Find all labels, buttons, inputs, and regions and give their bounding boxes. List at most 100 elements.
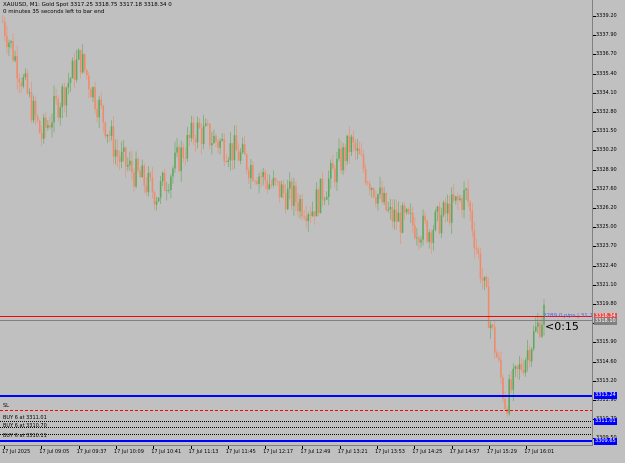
candle-body: [131, 160, 133, 173]
candle-body: [207, 123, 209, 125]
candle-body: [194, 139, 197, 143]
price-tick-label: 3330.20: [596, 147, 617, 154]
order-line-1[interactable]: [0, 421, 592, 422]
candle-body: [471, 211, 474, 231]
candle-body: [420, 239, 422, 243]
candle-body: [362, 154, 365, 169]
candle-body: [260, 176, 262, 178]
candle-body: [311, 211, 314, 216]
candle-body: [125, 147, 127, 167]
candle-body: [10, 41, 12, 43]
ask-line: [0, 316, 592, 317]
price-tick-label: 3331.50: [596, 128, 617, 135]
candle-body: [166, 190, 168, 192]
time-tick-label: 17 Jul 14:25: [412, 449, 443, 455]
bid-line: [0, 320, 592, 321]
candle-body: [401, 205, 404, 233]
candle-body: [178, 147, 180, 172]
candle-body: [149, 172, 152, 178]
candle-body: [77, 50, 80, 60]
candle-body: [405, 208, 408, 213]
candle-body: [252, 165, 254, 181]
candle-body: [211, 143, 213, 146]
order-label[interactable]: BUY 6 at 3311.01: [3, 415, 47, 421]
candle-body: [313, 211, 316, 217]
candle-body: [102, 105, 105, 123]
candle-body: [258, 176, 260, 185]
price-tick-label: 3313.20: [596, 377, 617, 384]
pips-readout: 2289.0 pips | 31.1: [543, 313, 593, 319]
blue-lower-line[interactable]: [0, 440, 592, 442]
candle-body: [364, 168, 367, 183]
order-price-badge: 3309.65: [594, 438, 617, 445]
order-label[interactable]: BUY 6 at 3310.11: [3, 433, 47, 439]
candle-body: [88, 75, 90, 89]
candle-body: [245, 154, 248, 171]
candle-body: [71, 60, 74, 79]
candle-body: [278, 181, 281, 198]
candle-body: [397, 212, 400, 222]
candle-body: [190, 122, 193, 139]
candle-body: [106, 134, 109, 137]
candle-body: [446, 203, 449, 214]
candle-body: [344, 147, 346, 162]
time-tick-label: 17 Jul 11:45: [225, 449, 256, 455]
candle-body: [377, 194, 379, 204]
candle-body: [22, 77, 25, 87]
candle-body: [127, 164, 129, 167]
candle-body: [81, 53, 84, 73]
candle-body: [96, 108, 98, 118]
candle-body: [496, 352, 498, 358]
candle-body: [223, 138, 225, 162]
candle-body: [176, 147, 178, 153]
price-plot[interactable]: XAUUSD, M1: Gold Spot 3317.25 3318.75 33…: [0, 0, 593, 446]
candle-body: [51, 122, 53, 128]
price-tick-label: 3315.90: [596, 339, 617, 346]
candle-body: [84, 53, 86, 70]
time-axis[interactable]: 17 Jul 2025 17 Jul 09:05 17 Jul 09:37 17 Ju…: [0, 446, 593, 463]
candle-body: [307, 214, 310, 222]
candle-body: [229, 143, 232, 161]
candle-body: [297, 202, 299, 212]
candle-body: [219, 140, 221, 148]
red-dash-line[interactable]: [0, 410, 592, 411]
price-tick-label: 3336.70: [596, 51, 617, 58]
candle-body: [254, 180, 256, 182]
candle-body: [200, 127, 203, 144]
order-price-badge: 3311.01: [594, 418, 617, 425]
time-tick-label: 17 Jul 13:21: [337, 449, 368, 455]
price-tick-label: 3325.00: [596, 224, 617, 231]
price-axis[interactable]: 3339.20 3337.90 3336.70 3335.40 3334.10 3332.…: [593, 0, 625, 446]
candle-body: [444, 202, 447, 214]
candle-body: [168, 190, 170, 191]
price-tick-label: 3314.60: [596, 358, 617, 365]
chart-window[interactable]: XAUUSD, M1: Gold Spot 3317.25 3318.75 33…: [0, 0, 625, 463]
candle-body: [391, 206, 394, 222]
candle-body: [368, 183, 371, 190]
candle-body: [198, 122, 201, 128]
candle-body: [389, 206, 392, 210]
blue-level-line[interactable]: [0, 395, 592, 397]
candle-body: [430, 232, 433, 243]
order-label[interactable]: BUY 6 at 3310.70: [3, 423, 47, 429]
candle-body: [196, 122, 199, 143]
order-line-3[interactable]: [0, 434, 592, 435]
candle-body: [530, 348, 533, 362]
candle-body: [110, 126, 113, 136]
candle-body: [266, 180, 269, 190]
candle-body: [272, 178, 275, 186]
candle-body: [235, 135, 238, 151]
candle-body: [43, 117, 45, 139]
candle-body: [387, 209, 389, 211]
candle-body: [393, 209, 396, 222]
candle-body: [145, 185, 148, 193]
price-tick-label: 3327.60: [596, 185, 617, 192]
candle-body: [426, 220, 428, 242]
candle-body: [184, 158, 187, 159]
order-line-2[interactable]: [0, 427, 592, 428]
candle-body: [422, 215, 424, 240]
candle-body: [461, 198, 463, 210]
candle-body: [202, 125, 205, 144]
candle-body: [524, 360, 527, 373]
candle-body: [108, 134, 111, 136]
